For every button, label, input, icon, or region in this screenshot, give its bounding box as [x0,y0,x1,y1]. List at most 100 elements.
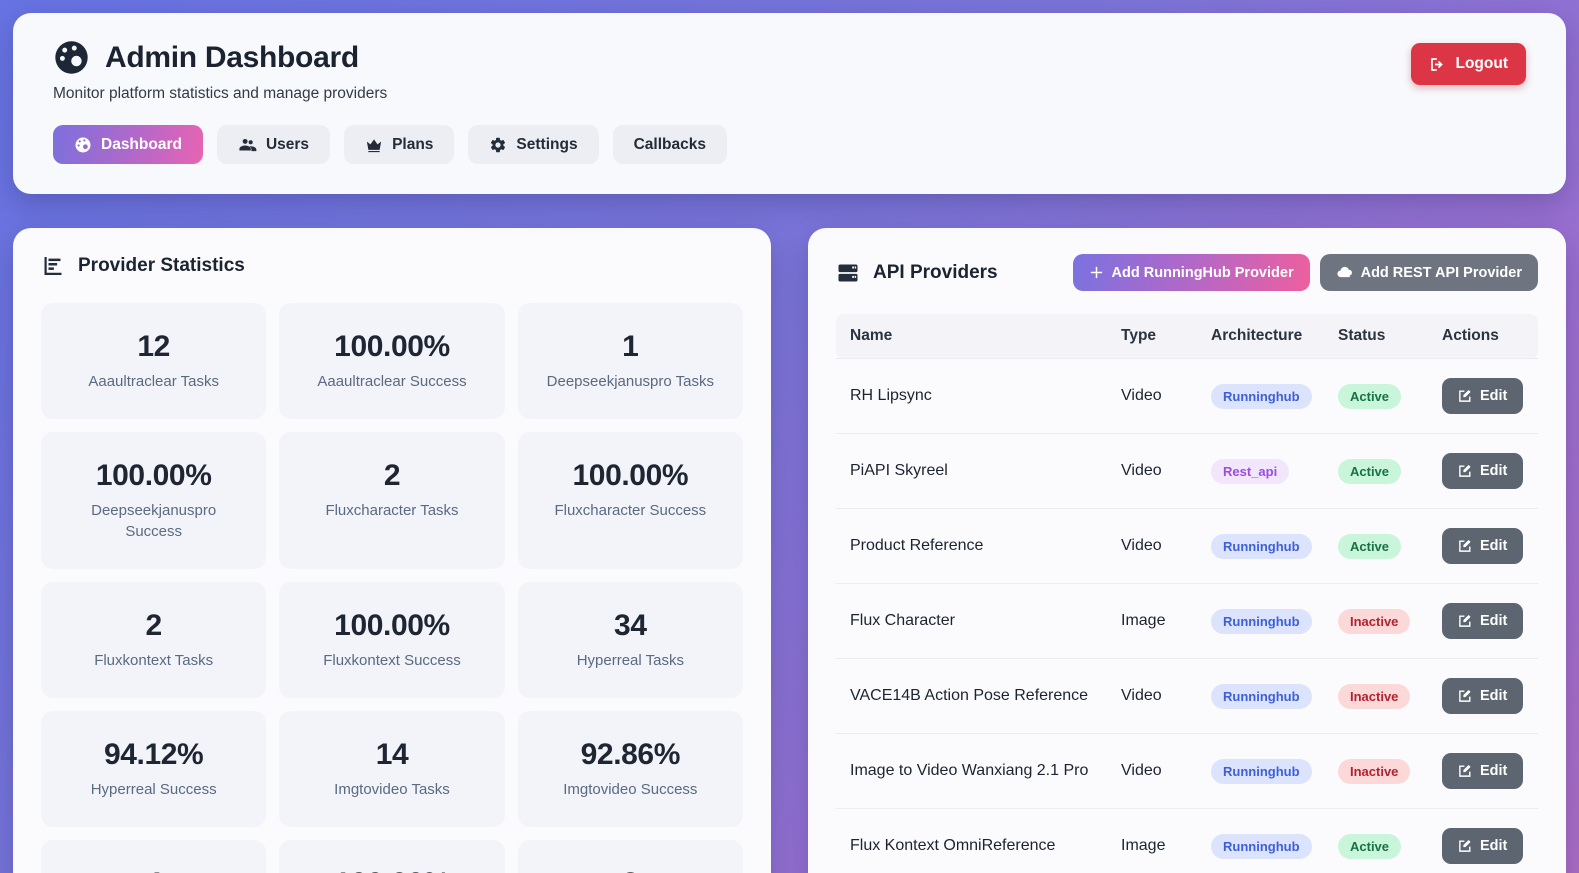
logout-button[interactable]: Logout [1411,43,1526,85]
status-badge: Active [1338,534,1401,559]
chart-bar-icon [41,254,65,278]
api-providers-panel: API Providers Add RunningHub Provider [808,228,1566,873]
tab-label: Users [266,136,309,154]
page-title: Admin Dashboard [105,41,359,75]
architecture-badge: Runninghub [1211,834,1312,859]
provider-type: Video [1111,659,1201,734]
stat-label: Imgtovideo Success [542,780,719,800]
provider-name: Flux Character [836,584,1111,659]
stats-grid: 12 Aaaultraclear Tasks 100.00% Aaaultrac… [41,303,743,873]
edit-icon [1458,614,1472,628]
edit-button[interactable]: Edit [1442,753,1523,789]
provider-statistics-panel: Provider Statistics 12 Aaaultraclear Tas… [13,228,771,873]
providers-table: Name Type Architecture Status Actions RH… [836,314,1538,873]
stat-value: 14 [303,738,480,772]
architecture-badge: Runninghub [1211,384,1312,409]
column-header-status: Status [1328,314,1432,359]
table-header-row: Name Type Architecture Status Actions [836,314,1538,359]
tab-label: Settings [516,136,577,154]
stat-card: 100.00% Deepseekjanuspro Success [41,432,266,569]
stat-value: 94.12% [65,738,242,772]
edit-button[interactable]: Edit [1442,378,1523,414]
add-runninghub-provider-button[interactable]: Add RunningHub Provider [1073,254,1310,291]
palette-icon [74,136,92,154]
table-row: PiAPI Skyreel Video Rest_api Active [836,434,1538,509]
provider-type: Video [1111,509,1201,584]
stat-card: 14 Imgtovideo Tasks [279,711,504,827]
provider-type: Video [1111,359,1201,434]
column-header-type: Type [1111,314,1201,359]
edit-icon [1458,764,1472,778]
edit-button[interactable]: Edit [1442,828,1523,864]
server-icon [836,261,860,285]
status-badge: Inactive [1338,759,1410,784]
header-card: Admin Dashboard Monitor platform statist… [13,13,1566,194]
edit-button[interactable]: Edit [1442,528,1523,564]
edit-label: Edit [1480,838,1507,854]
stat-card: 1 Deepseekjanuspro Tasks [518,303,743,419]
logout-icon [1429,56,1446,73]
edit-icon [1458,464,1472,478]
stat-card: 100.00% Lipsync Success [279,840,504,873]
crown-icon [365,136,383,154]
providers-title-group: API Providers [836,261,998,285]
main-content: Provider Statistics 12 Aaaultraclear Tas… [13,228,1566,873]
tab-dashboard[interactable]: Dashboard [53,125,203,164]
add-runninghub-label: Add RunningHub Provider [1112,265,1294,281]
tab-users[interactable]: Users [217,125,330,164]
edit-label: Edit [1480,463,1507,479]
status-badge: Active [1338,834,1401,859]
stat-value: 92.86% [542,738,719,772]
provider-name: RH Lipsync [836,359,1111,434]
architecture-badge: Runninghub [1211,609,1312,634]
stat-label: Fluxkontext Tasks [65,651,242,671]
edit-label: Edit [1480,688,1507,704]
status-badge: Active [1338,459,1401,484]
stat-label: Fluxcharacter Success [542,501,719,521]
tab-label: Dashboard [101,136,182,154]
provider-name: VACE14B Action Pose Reference [836,659,1111,734]
stat-value: 100.00% [65,459,242,493]
edit-button[interactable]: Edit [1442,453,1523,489]
stat-card: 100.00% Fluxkontext Success [279,582,504,698]
tab-label: Callbacks [634,136,706,154]
page-subtitle: Monitor platform statistics and manage p… [53,85,1526,103]
gear-icon [489,136,507,154]
edit-button[interactable]: Edit [1442,678,1523,714]
stats-panel-head: Provider Statistics [41,254,743,278]
edit-icon [1458,389,1472,403]
add-rest-api-provider-button[interactable]: Add REST API Provider [1320,254,1538,291]
stat-value: 4 [65,867,242,873]
stat-value: 2 [65,609,242,643]
architecture-badge: Runninghub [1211,534,1312,559]
stat-card: 100.00% Aaaultraclear Success [279,303,504,419]
table-row: Image to Video Wanxiang 2.1 Pro Video Ru… [836,734,1538,809]
stat-card: 2 Fluxkontext Tasks [41,582,266,698]
stats-panel-title: Provider Statistics [78,255,245,277]
stat-label: Fluxcharacter Tasks [303,501,480,521]
stat-value: 100.00% [303,609,480,643]
stat-value: 2 [542,867,719,873]
provider-type: Video [1111,734,1201,809]
plus-icon [1089,265,1104,280]
tab-callbacks[interactable]: Callbacks [613,125,727,164]
nav-tabs: Dashboard Users Plans Settings [53,125,1526,164]
stat-value: 100.00% [303,330,480,364]
edit-icon [1458,839,1472,853]
provider-name: Image to Video Wanxiang 2.1 Pro [836,734,1111,809]
provider-type: Video [1111,434,1201,509]
stat-value: 34 [542,609,719,643]
edit-button[interactable]: Edit [1442,603,1523,639]
tab-label: Plans [392,136,433,154]
tab-plans[interactable]: Plans [344,125,454,164]
architecture-badge: Rest_api [1211,459,1289,484]
stat-label: Hyperreal Success [65,780,242,800]
table-row: Flux Kontext OmniReference Image Running… [836,809,1538,873]
title-row: Admin Dashboard [53,39,1526,76]
tab-settings[interactable]: Settings [468,125,598,164]
stat-value: 100.00% [303,867,480,873]
stat-card: 2 Lumaimage Tasks [518,840,743,873]
stat-value: 1 [542,330,719,364]
provider-type: Image [1111,809,1201,873]
stat-value: 2 [303,459,480,493]
